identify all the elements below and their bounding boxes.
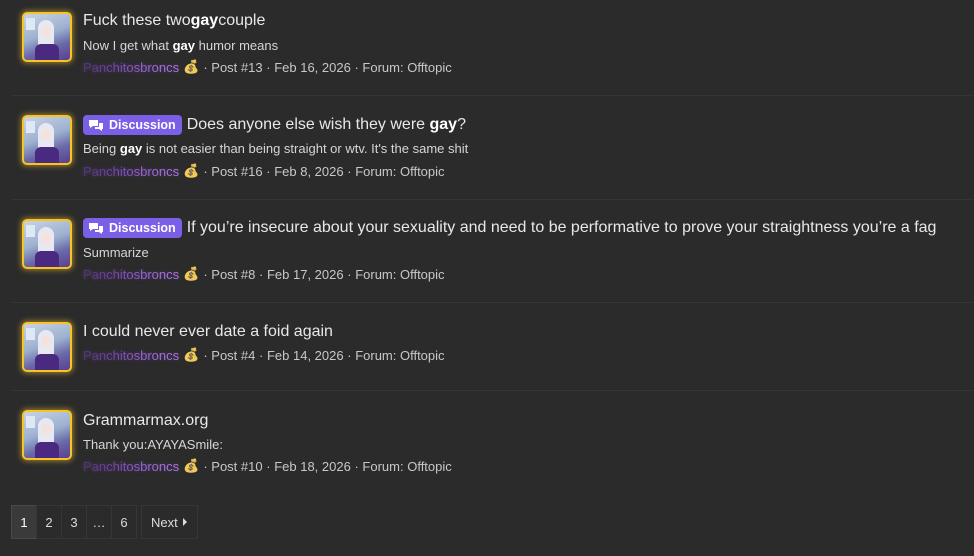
- result-title[interactable]: Fuck these two gay couple: [83, 12, 265, 30]
- meta-separator: ·: [354, 458, 359, 474]
- result-title[interactable]: I could never ever date a foid again: [83, 323, 333, 341]
- result-snippet: Now I get what gay humor means: [83, 38, 278, 53]
- meta-separator: ·: [259, 347, 264, 363]
- text-segment: Summarize: [83, 245, 149, 260]
- avatar[interactable]: [22, 410, 72, 460]
- money-bag-icon: 💰: [183, 163, 200, 178]
- forum-link[interactable]: Forum: Offtopic: [355, 164, 444, 179]
- meta-separator: ·: [203, 458, 208, 474]
- meta-separator: ·: [203, 347, 208, 363]
- meta-separator: ·: [259, 266, 264, 282]
- text-segment: If you’re insecure about your sexuality …: [186, 219, 937, 236]
- page-ellipsis-button[interactable]: …: [86, 505, 112, 539]
- post-number-link[interactable]: Post #13: [211, 60, 262, 75]
- result-title-text[interactable]: If you’re insecure about your sexuality …: [187, 219, 937, 237]
- result-snippet: Thank you:AYAYASmile:: [83, 437, 223, 452]
- search-result: Discussion If you’re insecure about your…: [12, 199, 974, 303]
- forum-link[interactable]: Forum: Offtopic: [362, 60, 451, 75]
- result-snippet: Summarize: [83, 245, 149, 260]
- money-bag-icon: 💰: [183, 59, 200, 74]
- result-title-text[interactable]: Does anyone else wish they were gay?: [187, 116, 466, 134]
- meta-separator: ·: [203, 266, 208, 282]
- search-result: Discussion Does anyone else wish they we…: [12, 95, 974, 200]
- result-title[interactable]: Discussion Does anyone else wish they we…: [83, 115, 466, 135]
- page-button-3[interactable]: 3: [61, 505, 87, 539]
- text-segment: Grammarmax.org: [83, 412, 209, 429]
- discussion-icon: [89, 222, 103, 234]
- text-segment: Being: [83, 141, 120, 156]
- money-bag-icon: 💰: [183, 266, 200, 281]
- meta-separator: ·: [266, 163, 271, 179]
- username-link[interactable]: Panchitosbroncs: [83, 164, 179, 179]
- pagination: 1 2 3 … 6 Next: [11, 505, 198, 539]
- username-link[interactable]: Panchitosbroncs: [83, 60, 179, 75]
- forum-link[interactable]: Forum: Offtopic: [362, 459, 451, 474]
- post-date[interactable]: Feb 14, 2026: [267, 348, 344, 363]
- search-result: Grammarmax.org Thank you:AYAYASmile: Pan…: [12, 390, 974, 490]
- highlighted-keyword: gay: [119, 141, 143, 156]
- avatar[interactable]: [22, 12, 72, 62]
- forum-link[interactable]: Forum: Offtopic: [355, 267, 444, 282]
- post-date[interactable]: Feb 16, 2026: [274, 60, 351, 75]
- result-title[interactable]: Grammarmax.org: [83, 412, 208, 430]
- post-number-link[interactable]: Post #10: [211, 459, 262, 474]
- result-meta: Panchitosbroncs 💰 · Post #8 · Feb 17, 20…: [83, 266, 445, 282]
- post-number-link[interactable]: Post #8: [211, 267, 255, 282]
- result-snippet: Being gay is not easier than being strai…: [83, 141, 468, 156]
- caret-right-icon: [182, 518, 187, 526]
- text-segment: humor means: [195, 38, 279, 53]
- meta-separator: ·: [203, 163, 208, 179]
- meta-separator: ·: [347, 347, 352, 363]
- meta-separator: ·: [203, 59, 208, 75]
- forum-link[interactable]: Forum: Offtopic: [355, 348, 444, 363]
- text-segment: Does anyone else wish they were: [186, 116, 430, 133]
- post-date[interactable]: Feb 17, 2026: [267, 267, 344, 282]
- avatar[interactable]: [22, 115, 72, 165]
- search-result: Fuck these two gay couple Now I get what…: [12, 0, 974, 96]
- result-meta: Panchitosbroncs 💰 · Post #13 · Feb 16, 2…: [83, 59, 452, 75]
- username-link[interactable]: Panchitosbroncs: [83, 267, 179, 282]
- next-page-button[interactable]: Next: [141, 505, 198, 539]
- money-bag-icon: 💰: [183, 347, 200, 362]
- post-date[interactable]: Feb 8, 2026: [274, 164, 343, 179]
- highlighted-keyword: gay: [429, 116, 458, 133]
- money-bag-icon: 💰: [183, 458, 200, 473]
- username-link[interactable]: Panchitosbroncs: [83, 348, 179, 363]
- page-button-2[interactable]: 2: [36, 505, 62, 539]
- highlighted-keyword: gay: [190, 12, 219, 29]
- page-button-1[interactable]: 1: [11, 505, 37, 539]
- text-segment: is not easier than being straight or wtv…: [142, 141, 469, 156]
- meta-separator: ·: [266, 59, 271, 75]
- next-label: Next: [151, 514, 178, 530]
- result-meta: Panchitosbroncs 💰 · Post #10 · Feb 18, 2…: [83, 458, 452, 474]
- post-number-link[interactable]: Post #4: [211, 348, 255, 363]
- text-segment: Now I get what: [83, 38, 173, 53]
- meta-separator: ·: [266, 458, 271, 474]
- text-segment: Thank you:AYAYASmile:: [83, 437, 223, 452]
- discussion-badge: Discussion: [83, 218, 182, 238]
- post-date[interactable]: Feb 18, 2026: [274, 459, 351, 474]
- post-number-link[interactable]: Post #16: [211, 164, 262, 179]
- meta-separator: ·: [347, 266, 352, 282]
- text-segment: I could never ever date a foid again: [83, 323, 333, 340]
- highlighted-keyword: gay: [172, 38, 196, 53]
- username-link[interactable]: Panchitosbroncs: [83, 459, 179, 474]
- discussion-icon: [89, 119, 103, 131]
- search-result: I could never ever date a foid again Pan…: [12, 302, 974, 391]
- meta-separator: ·: [347, 163, 352, 179]
- discussion-badge: Discussion: [83, 115, 182, 135]
- avatar[interactable]: [22, 219, 72, 269]
- text-segment: couple: [218, 12, 266, 29]
- avatar[interactable]: [22, 322, 72, 372]
- text-segment: Fuck these two: [83, 12, 191, 29]
- page-button-6[interactable]: 6: [111, 505, 137, 539]
- result-meta: Panchitosbroncs 💰 · Post #16 · Feb 8, 20…: [83, 163, 445, 179]
- meta-separator: ·: [354, 59, 359, 75]
- result-title[interactable]: Discussion If you’re insecure about your…: [83, 218, 936, 238]
- result-meta: Panchitosbroncs 💰 · Post #4 · Feb 14, 20…: [83, 347, 445, 363]
- text-segment: ?: [457, 116, 466, 133]
